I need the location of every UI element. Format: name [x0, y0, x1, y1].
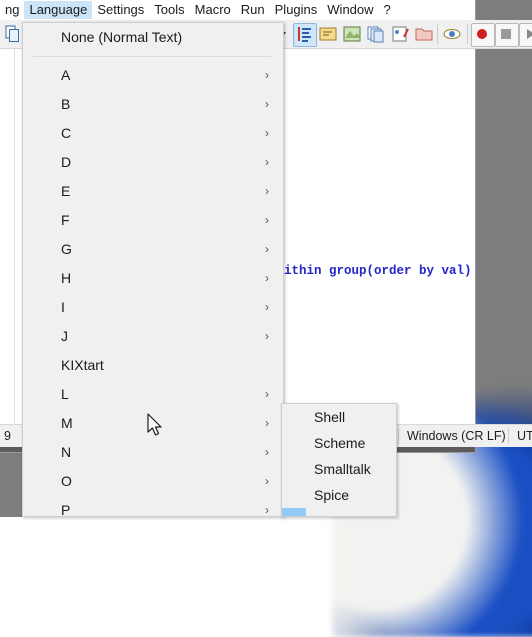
menu-item-o[interactable]: O ›: [23, 467, 283, 496]
submenu-item-smalltalk[interactable]: Smalltalk: [282, 456, 396, 482]
menu-window[interactable]: Window: [322, 1, 378, 19]
function-list-icon[interactable]: [389, 23, 411, 45]
menu-bar: ng Language Settings Tools Macro Run Plugins Wi…: [0, 0, 475, 20]
menu-item-none-normal-text[interactable]: None (Normal Text): [23, 23, 283, 52]
chevron-right-icon: ›: [265, 271, 269, 285]
menu-item-c[interactable]: C ›: [23, 119, 283, 148]
chevron-right-icon: ›: [265, 503, 269, 517]
menu-item-g[interactable]: G ›: [23, 235, 283, 264]
menu-item-j[interactable]: J ›: [23, 322, 283, 351]
menu-item-d[interactable]: D ›: [23, 148, 283, 177]
chevron-right-icon: ›: [265, 474, 269, 488]
chevron-right-icon: ›: [265, 300, 269, 314]
chevron-right-icon: ›: [265, 97, 269, 111]
menu-item-f[interactable]: F ›: [23, 206, 283, 235]
submenu-item-scheme[interactable]: Scheme: [282, 430, 396, 456]
chevron-right-icon: ›: [265, 329, 269, 343]
chevron-right-icon: ›: [265, 184, 269, 198]
chevron-right-icon: ›: [265, 445, 269, 459]
language-s-submenu[interactable]: Shell Scheme Smalltalk Spice SQL Swift: [281, 403, 397, 517]
chevron-right-icon: ›: [265, 242, 269, 256]
chevron-right-icon: ›: [265, 155, 269, 169]
code-right-fragments: ithin group(order by val) || '' then 'LO…: [284, 53, 475, 424]
chevron-right-icon: ›: [265, 213, 269, 227]
chevron-right-icon: ›: [265, 126, 269, 140]
document-switcher-icon[interactable]: [365, 23, 387, 45]
menu-item-p[interactable]: P ›: [23, 496, 283, 517]
menu-separator: [33, 56, 271, 57]
menu-item-kixtart[interactable]: KIXtart: [23, 351, 283, 380]
menu-tools[interactable]: Tools: [149, 1, 189, 19]
menu-settings[interactable]: Settings: [92, 1, 149, 19]
macro-record-icon[interactable]: [471, 23, 495, 47]
chevron-right-icon: ›: [265, 68, 269, 82]
show-all-chars-icon[interactable]: [441, 23, 463, 45]
submenu-item-spice[interactable]: Spice: [282, 482, 396, 508]
menu-run[interactable]: Run: [236, 1, 270, 19]
menu-item-h[interactable]: H ›: [23, 264, 283, 293]
status-position: 9: [4, 429, 11, 443]
word-wrap-icon[interactable]: [317, 23, 339, 45]
language-dropdown-menu[interactable]: None (Normal Text) A › B › C › D › E › F › G › …: [22, 22, 284, 517]
submenu-item-sql[interactable]: SQL: [282, 508, 396, 516]
indent-guide-icon[interactable]: [293, 23, 317, 47]
copy-icon[interactable]: [2, 23, 24, 45]
document-map-icon[interactable]: [341, 23, 363, 45]
menu-help[interactable]: ?: [379, 1, 396, 19]
chevron-right-icon: ›: [265, 387, 269, 401]
submenu-item-shell[interactable]: Shell: [282, 404, 396, 430]
status-encoding[interactable]: UTF-: [508, 428, 532, 444]
menu-item-l[interactable]: L ›: [23, 380, 283, 409]
menu-item-n[interactable]: N ›: [23, 438, 283, 467]
macro-stop-icon[interactable]: [495, 23, 519, 47]
menu-encoding-clipped[interactable]: ng: [0, 1, 24, 19]
menu-language[interactable]: Language: [24, 1, 93, 19]
status-eol[interactable]: Windows (CR LF): [398, 428, 506, 444]
menu-item-i[interactable]: I ›: [23, 293, 283, 322]
mouse-cursor: [147, 413, 162, 436]
menu-plugins[interactable]: Plugins: [270, 1, 323, 19]
macro-playback-icon[interactable]: [519, 23, 532, 47]
folder-as-workspace-icon[interactable]: [413, 23, 435, 45]
radio-selected-indicator: [282, 508, 306, 516]
menu-item-b[interactable]: B ›: [23, 90, 283, 119]
code-line-0: ithin group(order by val) || '': [284, 264, 472, 278]
menu-item-e[interactable]: E ›: [23, 177, 283, 206]
menu-item-a[interactable]: A ›: [23, 61, 283, 90]
chevron-right-icon: ›: [265, 416, 269, 430]
menu-macro[interactable]: Macro: [190, 1, 236, 19]
